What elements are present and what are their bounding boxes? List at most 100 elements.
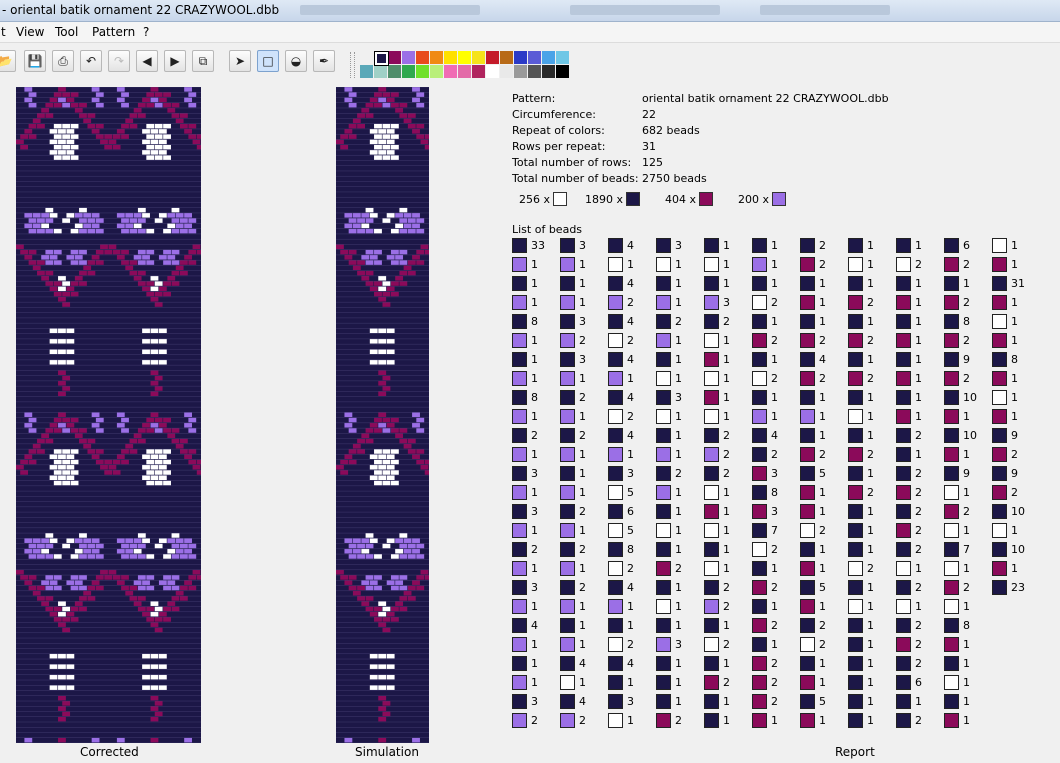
palette-selected-swatch[interactable] — [374, 51, 389, 66]
palette-swatch[interactable] — [486, 65, 499, 78]
arrow-right-icon[interactable]: ▶ — [164, 50, 186, 72]
palette-swatch[interactable] — [416, 65, 429, 78]
bead-cell — [137, 207, 146, 213]
bead-cell — [357, 123, 365, 129]
bead-count: 5 — [627, 524, 634, 537]
palette-swatch[interactable] — [472, 51, 485, 64]
bead-cell — [365, 575, 374, 580]
bead-cell — [137, 218, 146, 223]
menu-item-tool[interactable]: Tool — [55, 25, 78, 39]
bead-swatch — [896, 656, 911, 671]
palette-swatch[interactable] — [416, 51, 429, 64]
palette-swatch[interactable] — [500, 51, 513, 64]
bead-cell — [365, 249, 374, 255]
bead-swatch — [608, 599, 623, 614]
bead-cell — [62, 291, 71, 297]
bead-cell — [378, 674, 387, 680]
bead-cell — [53, 92, 62, 97]
print-icon[interactable]: ⎙ — [52, 50, 74, 72]
save-icon[interactable]: 💾 — [24, 50, 46, 72]
bead-cell — [58, 87, 66, 92]
palette-swatch[interactable] — [374, 65, 387, 78]
palette-swatch[interactable] — [486, 51, 499, 64]
eyedropper-icon[interactable]: ✒ — [313, 50, 335, 72]
bead-cell — [424, 134, 429, 139]
color-chip — [699, 192, 714, 206]
pointer-icon[interactable]: ➤ — [229, 50, 251, 72]
bead-cell — [175, 538, 184, 543]
bead-swatch — [512, 333, 527, 348]
bead-swatch — [656, 295, 671, 310]
palette-swatch[interactable] — [430, 65, 443, 78]
bead-cell — [412, 412, 420, 418]
bead-cell — [91, 97, 100, 103]
bead-swatch — [560, 447, 575, 462]
redo-icon[interactable]: ↷ — [108, 50, 130, 72]
bead-swatch — [704, 542, 719, 557]
bead-cell — [28, 575, 37, 580]
palette-swatch[interactable] — [514, 51, 527, 64]
bead-cell — [70, 470, 79, 475]
palette-swatch[interactable] — [444, 51, 457, 64]
palette-swatch[interactable] — [542, 65, 555, 78]
copy-icon[interactable]: ⧉ — [192, 50, 214, 72]
palette-swatch[interactable] — [388, 65, 401, 78]
bead-swatch — [800, 485, 815, 500]
palette-swatch[interactable] — [458, 51, 471, 64]
bead-cell — [142, 653, 150, 659]
bead-cell — [74, 223, 83, 229]
select-rect-icon[interactable]: □ — [257, 50, 279, 72]
bead-cell — [365, 102, 374, 108]
palette-swatch[interactable] — [556, 51, 569, 64]
bead-swatch — [512, 314, 527, 329]
simulation-pattern-canvas[interactable] — [336, 87, 429, 743]
bead-cell — [79, 596, 87, 601]
bead-count: 1 — [915, 448, 922, 461]
arrow-left-icon[interactable]: ◀ — [136, 50, 158, 72]
bead-cell — [365, 207, 374, 213]
bead-cell — [24, 254, 33, 260]
palette-swatch[interactable] — [402, 65, 415, 78]
bead-count: 10 — [1011, 543, 1025, 556]
pattern-background — [16, 87, 201, 743]
palette-swatch[interactable] — [388, 51, 401, 64]
open-icon[interactable]: 📂 — [0, 50, 16, 72]
palette-swatch[interactable] — [514, 65, 527, 78]
bead-swatch — [944, 561, 959, 576]
corrected-pattern-canvas[interactable] — [16, 87, 201, 743]
bead-cell — [386, 454, 395, 460]
bead-cell — [395, 548, 404, 554]
menu-item-view[interactable]: View — [16, 25, 44, 39]
bead-count: 3 — [579, 315, 586, 328]
palette-swatch[interactable] — [528, 65, 541, 78]
menu-item-t[interactable]: t — [1, 25, 6, 39]
menu-item-pattern[interactable]: Pattern — [92, 25, 135, 39]
bead-cell — [58, 601, 66, 606]
bead-cell — [91, 737, 100, 743]
bead-count: 1 — [531, 296, 538, 309]
bead-count: 1 — [531, 353, 538, 366]
palette-swatch[interactable] — [360, 65, 373, 78]
palette-swatch[interactable] — [556, 65, 569, 78]
menu-item-help[interactable]: ? — [143, 25, 149, 39]
palette-swatch[interactable] — [500, 65, 513, 78]
palette-swatch[interactable] — [458, 65, 471, 78]
bead-swatch — [800, 333, 815, 348]
bead-cell — [158, 580, 167, 585]
bead-cell — [407, 228, 416, 234]
bead-cell — [184, 422, 192, 428]
palette-swatch[interactable] — [528, 51, 541, 64]
palette-swatch[interactable] — [402, 51, 415, 64]
bead-cell — [62, 711, 71, 717]
palette-swatch[interactable] — [542, 51, 555, 64]
bead-cell — [386, 685, 395, 690]
palette-swatch[interactable] — [444, 65, 457, 78]
palette-swatch[interactable] — [472, 65, 485, 78]
bead-cell — [125, 118, 134, 124]
undo-icon[interactable]: ↶ — [80, 50, 102, 72]
bead-cell — [365, 113, 374, 118]
bead-count: 1 — [723, 619, 730, 632]
fill-icon[interactable]: ◒ — [285, 50, 307, 72]
bead-cell — [16, 464, 24, 470]
palette-swatch[interactable] — [430, 51, 443, 64]
